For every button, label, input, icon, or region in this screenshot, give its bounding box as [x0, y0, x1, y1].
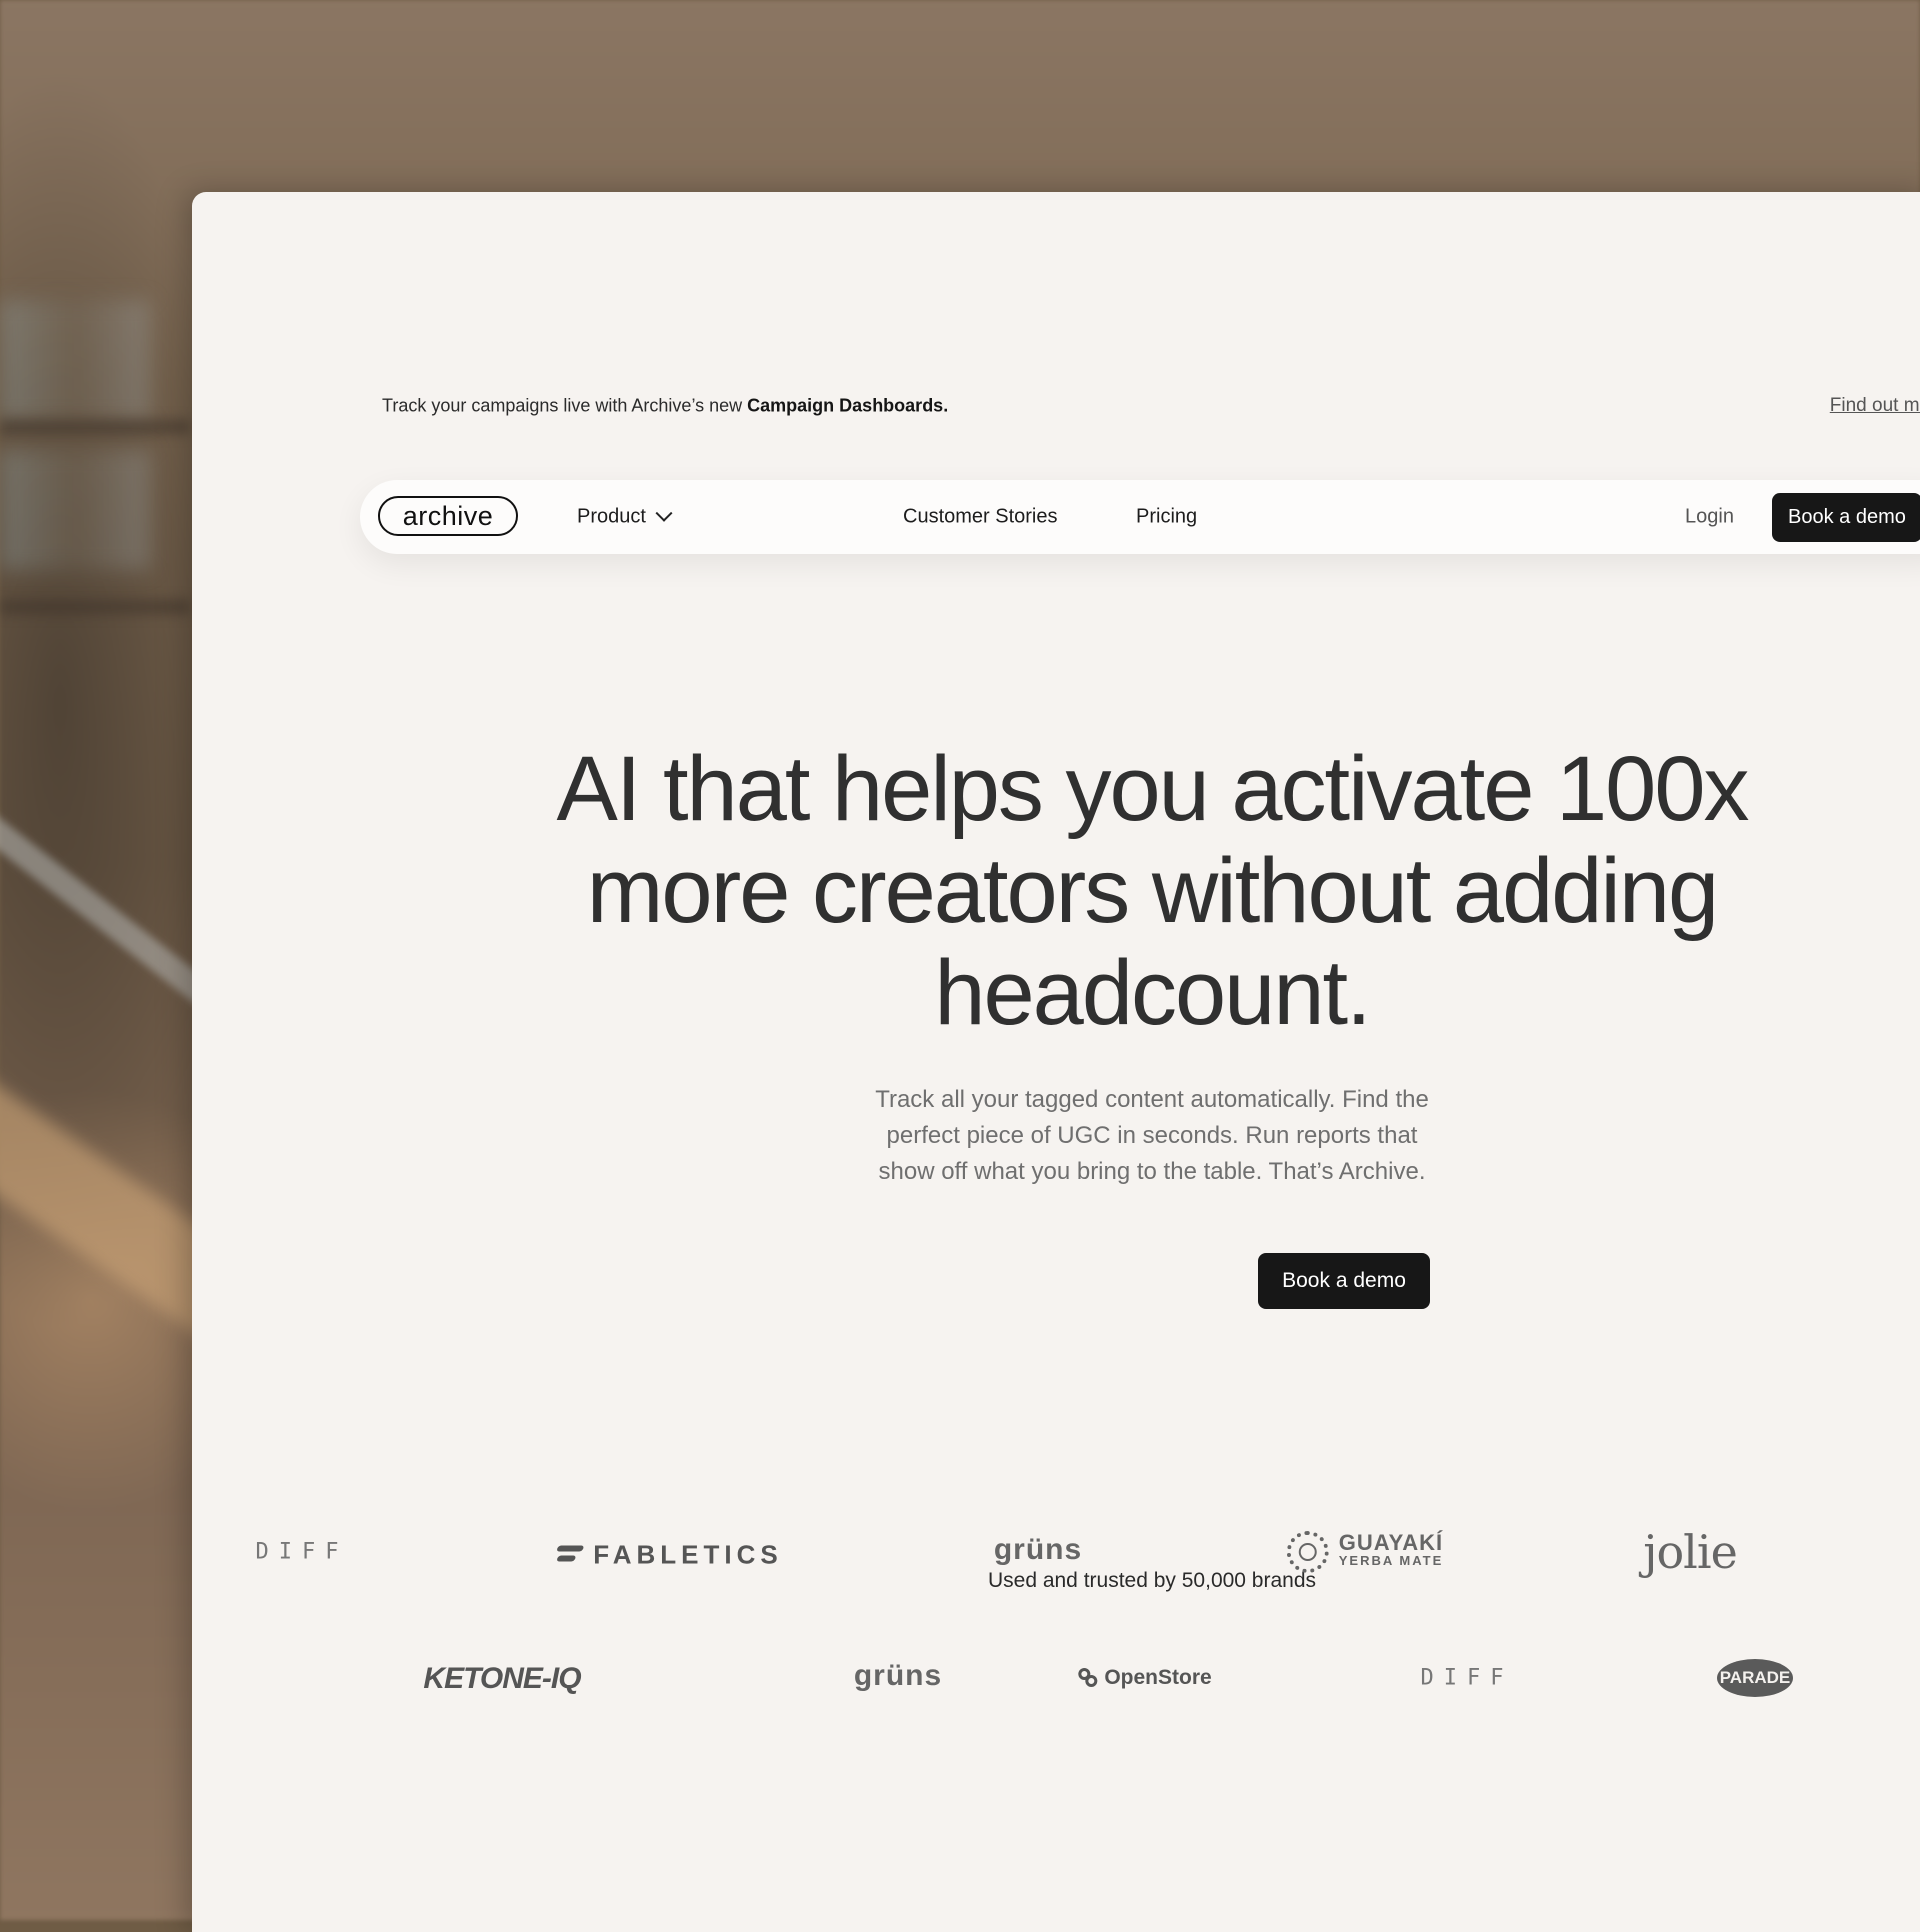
brand-logo-gruns: grüns	[853, 1659, 943, 1692]
background-shelf	[0, 420, 190, 434]
guayaki-tagline: YERBA MATE	[1338, 1553, 1444, 1568]
nav-product-label: Product	[577, 505, 646, 528]
brand-logo-gruns: grüns	[993, 1533, 1083, 1566]
brand-logo-parade: PARADE	[1717, 1659, 1793, 1697]
announcement-bold: Campaign Dashboards.	[747, 395, 949, 416]
login-link[interactable]: Login	[1685, 506, 1734, 529]
fabletics-mark-icon	[555, 1543, 583, 1567]
openstore-icon	[1078, 1668, 1098, 1688]
nav-book-demo-button[interactable]: Book a demo	[1772, 493, 1920, 542]
brand-logo-jolie: jolie	[1643, 1525, 1738, 1579]
brand-logo-openstore-text: OpenStore	[1104, 1666, 1212, 1689]
guayaki-name: GUAYAKÍ	[1338, 1530, 1444, 1555]
brand-logo-guayaki: GUAYAKÍ YERBA MATE	[1286, 1530, 1444, 1573]
brand-logo-ketone-iq: KETONE-IQ	[423, 1662, 581, 1695]
guayaki-seal-icon	[1286, 1531, 1329, 1573]
hero-subtitle: Track all your tagged content automatica…	[192, 1082, 1920, 1190]
brand-logo-fabletics: FABLETICS	[555, 1540, 782, 1571]
announcement-text: Track your campaigns live with Archive’s…	[382, 395, 748, 416]
navbar: archive Product Customer Stories Pricing…	[360, 480, 1920, 554]
brand-logo-fabletics-text: FABLETICS	[593, 1539, 783, 1570]
hero-line-1: AI that helps you activate 100x	[556, 738, 1749, 840]
background-books	[0, 300, 150, 420]
hero-line-3: headcount.	[934, 942, 1371, 1044]
chevron-down-icon	[655, 504, 673, 522]
announcement-bar: Track your campaigns live with Archive’s…	[382, 396, 948, 417]
archive-logo[interactable]: archive	[378, 496, 518, 536]
hero-subtitle-line-1: Track all your tagged content automatica…	[875, 1086, 1429, 1113]
nav-pricing[interactable]: Pricing	[1136, 506, 1197, 529]
brand-logo-diff: DIFF	[255, 1539, 349, 1565]
background-books	[0, 450, 150, 570]
brand-logo-diff: DIFF	[1420, 1665, 1514, 1691]
hero-subtitle-line-3: show off what you bring to the table. Th…	[878, 1158, 1426, 1185]
hero-line-2: more creators without adding	[586, 840, 1719, 942]
hero-headline: AI that helps you activate 100x more cre…	[192, 738, 1920, 1044]
find-out-more-link[interactable]: Find out more	[1830, 395, 1920, 417]
hero-subtitle-line-2: perfect piece of UGC in seconds. Run rep…	[886, 1122, 1418, 1149]
browser-window: Track your campaigns live with Archive’s…	[192, 192, 1920, 1932]
brand-logo-openstore: OpenStore	[1078, 1666, 1212, 1690]
hero-book-demo-button[interactable]: Book a demo	[1258, 1253, 1430, 1309]
nav-product-menu[interactable]: Product	[577, 504, 673, 529]
background-shelf	[0, 600, 190, 614]
nav-customer-stories[interactable]: Customer Stories	[903, 506, 1058, 529]
